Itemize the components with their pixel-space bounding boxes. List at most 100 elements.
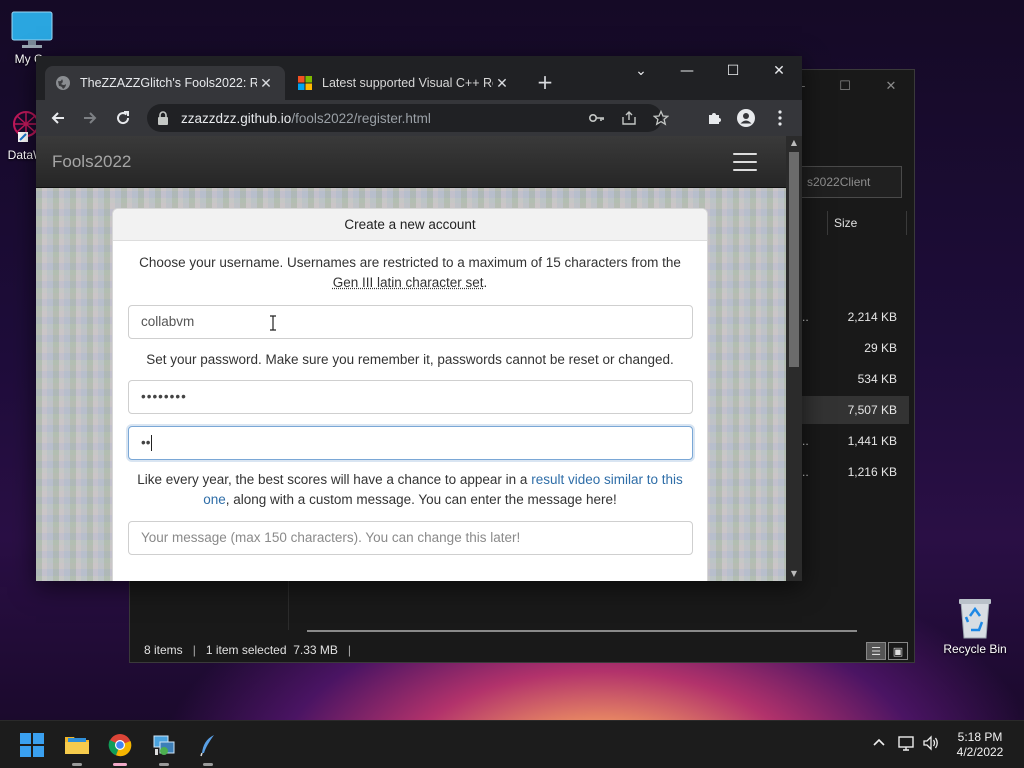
text-cursor-icon bbox=[270, 315, 276, 331]
bookmark-star-icon[interactable] bbox=[651, 109, 671, 127]
folder-icon bbox=[65, 737, 89, 754]
tab-title: Latest supported Visual C++ Red bbox=[322, 76, 493, 90]
forward-button[interactable] bbox=[78, 106, 102, 130]
message-help-text-2: , along with a custom message. You can e… bbox=[225, 492, 617, 507]
horizontal-scrollbar[interactable] bbox=[307, 630, 857, 632]
password-help: Set your password. Make sure you remembe… bbox=[146, 352, 674, 367]
status-separator: | bbox=[192, 643, 196, 657]
volume-icon[interactable] bbox=[922, 735, 940, 755]
taskbar-file-explorer[interactable] bbox=[61, 729, 93, 766]
browser-toolbar: zzazzdzz.github.io/fools2022/register.ht… bbox=[36, 100, 802, 136]
close-icon[interactable]: ✕ bbox=[257, 75, 275, 92]
file-row[interactable]: 534 KB bbox=[792, 365, 909, 393]
network-icon[interactable] bbox=[898, 735, 916, 755]
page-vertical-scrollbar[interactable]: ▲ ▼ bbox=[786, 136, 802, 581]
taskbar-control-panel[interactable] bbox=[148, 729, 180, 766]
globe-icon bbox=[56, 76, 70, 90]
clock-time: 5:18 PM bbox=[957, 730, 1003, 744]
desktop-icon-recycle-bin[interactable]: Recycle Bin bbox=[943, 596, 1007, 656]
tab-visual-cpp[interactable]: Latest supported Visual C++ Red ✕ bbox=[287, 66, 521, 100]
taskbar-chrome[interactable] bbox=[104, 729, 136, 766]
text-caret bbox=[151, 435, 153, 452]
hamburger-menu-icon[interactable] bbox=[733, 153, 757, 171]
running-indicator bbox=[72, 763, 82, 766]
tab-fools2022[interactable]: TheZZAZZGlitch's Fools2022: Re ✕ bbox=[45, 66, 285, 100]
file-size: 7,507 KB bbox=[847, 403, 897, 417]
password-confirm-input[interactable]: •• bbox=[128, 426, 693, 460]
scroll-down-arrow-icon[interactable]: ▼ bbox=[790, 570, 798, 578]
close-icon[interactable]: ✕ bbox=[493, 75, 511, 92]
avatar-icon bbox=[737, 109, 755, 127]
file-row[interactable]: n... 2,214 KB bbox=[792, 303, 909, 331]
close-icon[interactable]: ✕ bbox=[868, 70, 914, 102]
file-size: 1,216 KB bbox=[847, 465, 897, 479]
close-icon[interactable]: ✕ bbox=[756, 56, 802, 86]
arrow-right-icon bbox=[84, 112, 97, 124]
control-panel-icon bbox=[153, 735, 175, 755]
file-row[interactable]: n... 1,216 KB bbox=[792, 458, 909, 486]
new-tab-button[interactable]: + bbox=[533, 71, 557, 95]
tab-search-chevron-icon[interactable]: ⌄ bbox=[618, 56, 664, 86]
explorer-status-bar: 8 items | 1 item selected 7.33 MB | bbox=[130, 638, 914, 662]
menu-button[interactable] bbox=[768, 106, 792, 130]
explorer-search-box[interactable]: s2022Client bbox=[800, 166, 902, 198]
reload-button[interactable] bbox=[111, 106, 135, 130]
url-host: zzazzdzz.github.io bbox=[181, 110, 292, 126]
monitor-icon bbox=[11, 11, 53, 48]
username-input[interactable]: collabvm bbox=[128, 305, 693, 339]
file-row[interactable]: n... 1,441 KB bbox=[792, 427, 909, 455]
tab-title: TheZZAZZGlitch's Fools2022: Re bbox=[80, 76, 257, 90]
status-separator: | bbox=[347, 643, 352, 657]
card-title: Create a new account bbox=[113, 209, 707, 241]
password-input[interactable]: •••••••• bbox=[128, 380, 693, 414]
maximize-icon[interactable]: ☐ bbox=[822, 70, 868, 102]
file-size: 29 KB bbox=[864, 341, 897, 355]
file-row[interactable]: 29 KB bbox=[792, 334, 909, 362]
windows-logo-icon bbox=[20, 733, 44, 757]
item-count: 8 items bbox=[144, 643, 183, 657]
taskbar-pen-app[interactable] bbox=[192, 729, 224, 766]
back-button[interactable] bbox=[46, 106, 70, 130]
taskbar: 5:18 PM 4/2/2022 bbox=[0, 720, 1024, 768]
size-column-header[interactable]: Size bbox=[827, 211, 907, 235]
browser-window[interactable]: TheZZAZZGlitch's Fools2022: Re ✕ Latest … bbox=[36, 56, 802, 581]
message-help-text: Like every year, the best scores will ha… bbox=[137, 472, 528, 487]
active-indicator bbox=[113, 763, 127, 766]
address-bar[interactable]: zzazzdzz.github.io/fools2022/register.ht… bbox=[147, 104, 669, 132]
file-size: 534 KB bbox=[857, 372, 897, 386]
clock-date: 4/2/2022 bbox=[956, 745, 1004, 759]
charset-link[interactable]: Gen III latin character set bbox=[333, 275, 484, 290]
details-view-icon[interactable]: ☰ bbox=[866, 642, 886, 660]
view-switcher: ☰ ▣ bbox=[866, 642, 908, 660]
site-brand[interactable]: Fools2022 bbox=[52, 152, 131, 172]
scroll-up-arrow-icon[interactable]: ▲ bbox=[790, 139, 798, 147]
microsoft-logo-icon bbox=[298, 76, 312, 90]
key-icon[interactable] bbox=[587, 109, 607, 127]
show-hidden-icons-chevron-icon[interactable] bbox=[872, 735, 886, 751]
start-button[interactable] bbox=[16, 729, 48, 761]
desktop-icon-label: Recycle Bin bbox=[943, 642, 1007, 656]
selection-info: 1 item selected 7.33 MB bbox=[205, 643, 338, 657]
minimize-icon[interactable]: — bbox=[664, 56, 710, 86]
puzzle-icon bbox=[709, 113, 721, 124]
recycle-bin-icon bbox=[959, 599, 991, 639]
scrollbar-thumb[interactable] bbox=[789, 152, 799, 367]
running-indicator bbox=[203, 763, 213, 766]
file-size: 2,214 KB bbox=[847, 310, 897, 324]
lock-icon bbox=[158, 111, 168, 125]
password-value: •••••••• bbox=[141, 389, 187, 404]
extensions-button[interactable] bbox=[702, 106, 726, 130]
message-input[interactable]: Your message (max 150 characters). You c… bbox=[128, 521, 693, 555]
site-navbar: Fools2022 bbox=[36, 136, 786, 188]
username-help-end: . bbox=[483, 275, 488, 290]
running-indicator bbox=[159, 763, 169, 766]
share-icon[interactable] bbox=[619, 109, 639, 127]
file-row-selected[interactable]: 7,507 KB bbox=[792, 396, 909, 424]
register-form: Choose your username. Usernames are rest… bbox=[113, 241, 707, 555]
kebab-menu-icon bbox=[778, 110, 782, 126]
large-icons-view-icon[interactable]: ▣ bbox=[888, 642, 908, 660]
password-confirm-value: •• bbox=[141, 435, 151, 450]
profile-button[interactable] bbox=[734, 106, 758, 130]
maximize-icon[interactable]: ☐ bbox=[710, 56, 756, 86]
system-clock[interactable]: 5:18 PM 4/2/2022 bbox=[944, 730, 1016, 760]
